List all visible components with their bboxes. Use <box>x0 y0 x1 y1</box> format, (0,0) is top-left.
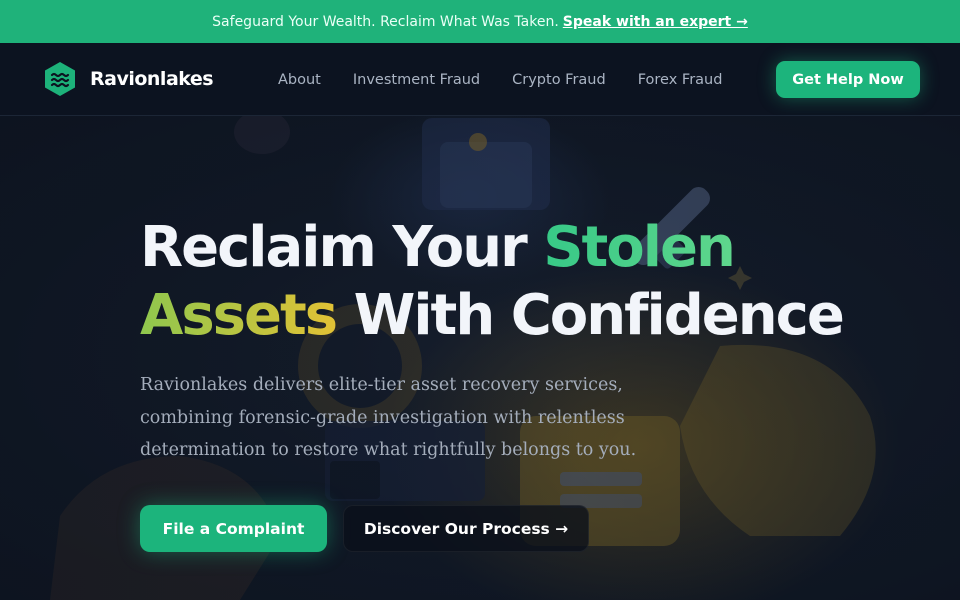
nav-links: About Investment Fraud Crypto Fraud Fore… <box>278 43 722 116</box>
brand-name: Ravionlakes <box>90 68 214 90</box>
nav-link-crypto-fraud[interactable]: Crypto Fraud <box>512 72 606 88</box>
nav-link-investment-fraud[interactable]: Investment Fraud <box>353 72 480 88</box>
hero-headline: Reclaim Your Stolen Assets With Confiden… <box>140 214 900 350</box>
file-complaint-button[interactable]: File a Complaint <box>140 505 327 552</box>
headline-accent-stolen: Stolen <box>543 215 736 280</box>
nav-link-forex-fraud[interactable]: Forex Fraud <box>638 72 723 88</box>
brand-logo[interactable]: Ravionlakes <box>44 61 214 97</box>
nav-link-about[interactable]: About <box>278 72 321 88</box>
speak-with-expert-link[interactable]: Speak with an expert → <box>563 14 748 30</box>
announcement-text: Safeguard Your Wealth. Reclaim What Was … <box>212 13 559 30</box>
navbar: Ravionlakes About Investment Fraud Crypt… <box>0 43 960 116</box>
announcement-bar: Safeguard Your Wealth. Reclaim What Was … <box>0 0 960 43</box>
discover-process-button[interactable]: Discover Our Process → <box>343 505 589 552</box>
headline-line2: With Confidence <box>353 283 845 348</box>
hero-description: Ravionlakes delivers elite-tier asset re… <box>140 375 637 460</box>
hero-section: Reclaim Your Stolen Assets With Confiden… <box>0 116 960 600</box>
get-help-now-button[interactable]: Get Help Now <box>776 61 920 98</box>
headline-line1: Reclaim Your <box>140 215 528 280</box>
hexagon-waves-icon <box>45 62 75 96</box>
headline-accent-assets: Assets <box>140 283 338 348</box>
